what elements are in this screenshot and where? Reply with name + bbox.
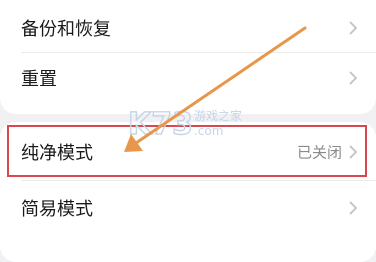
settings-item-label: 重置 xyxy=(21,69,57,90)
chevron-right-icon xyxy=(349,201,357,215)
settings-item-simple-mode[interactable]: 简易模式 xyxy=(0,178,376,238)
highlight-box xyxy=(7,125,367,177)
settings-item-reset[interactable]: 重置 xyxy=(0,48,376,108)
settings-item-label: 简易模式 xyxy=(21,199,93,220)
chevron-right-icon xyxy=(349,21,357,35)
chevron-right-icon xyxy=(349,71,357,85)
settings-item-label: 备份和恢复 xyxy=(21,19,111,40)
